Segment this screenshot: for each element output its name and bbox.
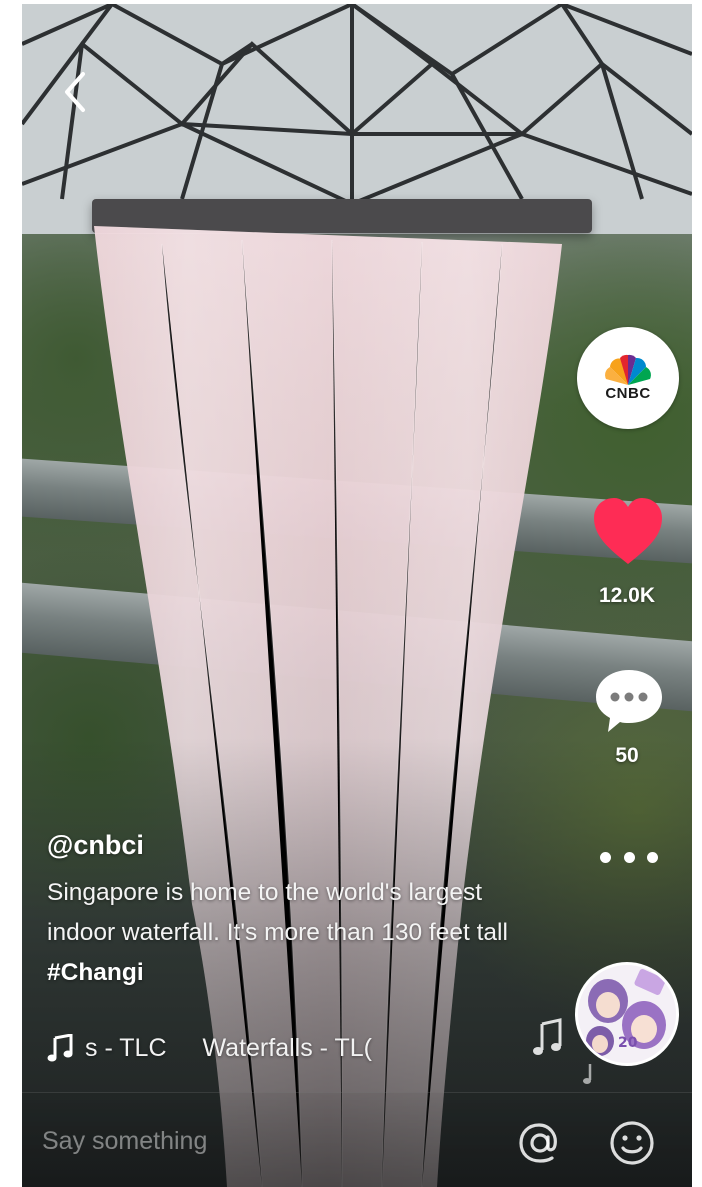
comment-button[interactable]	[592, 666, 666, 736]
creator-avatar[interactable]: CNBC	[577, 327, 679, 429]
video-player-screen[interactable]: CNBC 12.0K 50 @cnbci Singapore is home t…	[22, 4, 692, 1187]
more-dots-icon	[623, 851, 635, 863]
floating-music-note-icon	[533, 1018, 562, 1055]
album-art-image: 20	[578, 965, 676, 1063]
like-count: 12.0K	[598, 584, 656, 607]
post-caption-block: @cnbci Singapore is home to the world's …	[47, 830, 517, 993]
floating-music-note-icon	[583, 1064, 592, 1084]
comment-bar	[22, 1092, 692, 1187]
creator-avatar-logo-text: CNBC	[605, 385, 651, 402]
svg-text:20: 20	[618, 1035, 638, 1051]
music-ticker[interactable]: s - TLC Waterfalls - TL(	[47, 1028, 447, 1068]
more-options-button[interactable]	[594, 840, 664, 874]
post-caption: Singapore is home to the world's largest…	[47, 873, 517, 993]
more-dots-icon	[647, 851, 658, 863]
music-track-title: Waterfalls - TL(	[202, 1033, 372, 1062]
heart-icon	[594, 498, 662, 564]
speech-bubble-icon	[596, 670, 662, 732]
caption-text: Singapore is home to the world's largest…	[47, 879, 508, 946]
music-disc[interactable]: 20	[575, 962, 679, 1066]
comment-count: 50	[615, 744, 639, 767]
more-dots-icon	[600, 851, 611, 863]
hashtag-link[interactable]: #Changi	[47, 959, 144, 986]
emoji-button[interactable]	[608, 1119, 656, 1167]
music-note-icon	[47, 1034, 73, 1062]
like-button[interactable]	[588, 492, 668, 572]
smiley-icon	[610, 1121, 654, 1165]
creator-username[interactable]: @cnbci	[47, 830, 144, 861]
at-sign-icon	[519, 1123, 557, 1163]
mention-button[interactable]	[516, 1119, 564, 1167]
comment-input[interactable]	[42, 1117, 482, 1165]
chevron-left-icon	[65, 72, 85, 112]
back-button[interactable]	[54, 66, 94, 118]
cnbc-peacock-logo	[605, 354, 651, 385]
music-title: s - TLC Waterfalls - TL(	[85, 1034, 372, 1063]
music-ticker-fragment: s - TLC	[85, 1033, 167, 1062]
